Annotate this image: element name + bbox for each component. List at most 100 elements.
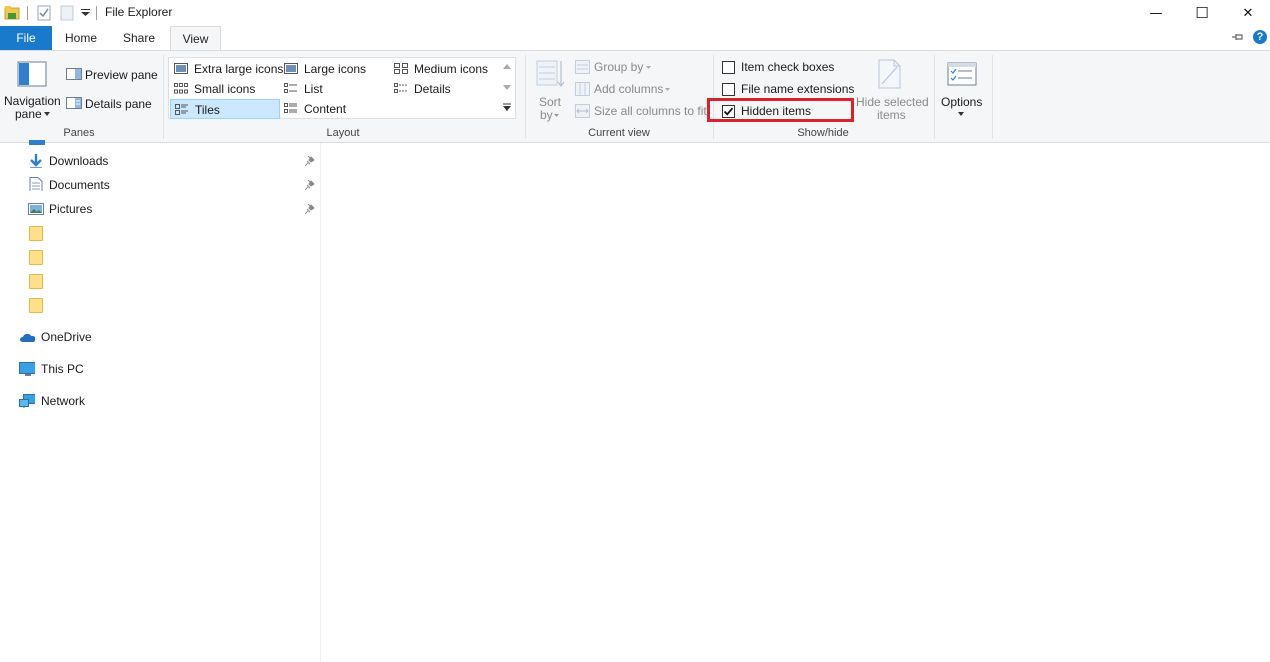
close-icon: ✕ <box>1242 5 1254 21</box>
options-button[interactable]: Options <box>938 57 988 123</box>
layout-label: Details <box>414 82 451 96</box>
window-title: File Explorer <box>105 5 173 19</box>
pin-icon[interactable] <box>305 156 315 166</box>
folder-icon[interactable] <box>29 274 43 289</box>
nav-item-documents[interactable]: Documents <box>26 174 320 196</box>
pin-icon[interactable] <box>305 180 315 190</box>
documents-icon <box>29 177 43 191</box>
layout-content[interactable]: Content <box>280 99 388 119</box>
details-icon <box>394 83 407 93</box>
dropdown-arrow-icon <box>646 66 651 69</box>
list-icon <box>284 83 297 93</box>
file-name-extensions-toggle[interactable]: File name extensions <box>720 81 855 98</box>
layout-details[interactable]: Details <box>390 79 500 99</box>
layout-label: Extra large icons <box>194 62 284 76</box>
extra-large-icons-icon <box>174 63 188 74</box>
maximize-button[interactable]: ☐ <box>1179 0 1225 26</box>
customize-qat-icon[interactable] <box>81 9 90 17</box>
panes-group-label: Panes <box>63 127 95 139</box>
close-button[interactable]: ✕ <box>1225 0 1270 26</box>
dropdown-arrow-icon <box>44 112 50 116</box>
qat-separator <box>27 6 28 20</box>
preview-pane-label: Preview pane <box>85 68 158 82</box>
navigation-pane-label-2: pane <box>15 107 42 121</box>
dropdown-arrow-icon <box>958 112 964 116</box>
navigation-pane-button[interactable]: Navigation pane <box>2 55 62 123</box>
ribbon-tabs: File Home Share View ? <box>0 26 1270 51</box>
add-columns-label: Add columns <box>594 82 664 96</box>
nav-item-network[interactable]: Network <box>18 390 320 412</box>
navigation-pane: Downloads Documents Pictures OneDrive Th… <box>0 140 321 662</box>
file-explorer-icon[interactable] <box>4 5 20 20</box>
tiles-icon <box>175 104 188 115</box>
nav-label: Downloads <box>49 154 109 168</box>
folder-icon[interactable] <box>29 298 43 313</box>
layout-label: Large icons <box>304 62 367 76</box>
layout-tiles[interactable]: Tiles <box>170 99 280 119</box>
layout-extra-large-icons[interactable]: Extra large icons <box>170 59 284 79</box>
properties-icon[interactable] <box>37 5 51 21</box>
gallery-more-icon[interactable] <box>503 103 511 111</box>
show-hide-group-label: Show/hide <box>797 127 849 139</box>
minimize-button[interactable]: — <box>1133 0 1179 26</box>
file-name-extensions-label: File name extensions <box>741 82 855 96</box>
nav-item-onedrive[interactable]: OneDrive <box>18 326 320 348</box>
tab-share[interactable]: Share <box>114 26 164 50</box>
details-pane-button[interactable]: Details pane <box>64 94 159 112</box>
size-all-columns-button[interactable]: Size all columns to fit <box>575 103 707 120</box>
group-by-button[interactable]: Group by <box>575 59 665 76</box>
navigation-pane-label: Navigation <box>4 94 61 108</box>
ribbon-view: Navigation pane Preview pane Details pan… <box>0 50 1270 143</box>
pictures-icon <box>28 203 44 215</box>
large-icons-icon <box>284 63 298 74</box>
qat-separator <box>96 6 97 20</box>
layout-medium-icons[interactable]: Medium icons <box>390 59 500 79</box>
item-check-boxes-toggle[interactable]: Item check boxes <box>720 59 850 76</box>
nav-label: This PC <box>41 362 84 376</box>
current-view-group-label: Current view <box>588 127 650 139</box>
item-check-boxes-label: Item check boxes <box>741 60 835 74</box>
item-check-boxes-checkbox[interactable] <box>722 61 735 74</box>
tab-view[interactable]: View <box>170 26 221 51</box>
dropdown-arrow-icon <box>665 88 670 91</box>
onedrive-icon <box>20 333 35 342</box>
sort-by-icon <box>536 60 565 87</box>
add-columns-icon <box>575 82 590 96</box>
layout-list[interactable]: List <box>280 79 388 99</box>
help-icon[interactable]: ? <box>1253 30 1267 44</box>
tab-home[interactable]: Home <box>56 26 106 50</box>
file-name-extensions-checkbox[interactable] <box>722 83 735 96</box>
layout-small-icons[interactable]: Small icons <box>170 79 280 99</box>
layout-label: Small icons <box>194 82 256 96</box>
nav-item-pictures[interactable]: Pictures <box>26 198 320 220</box>
dropdown-arrow-icon <box>554 114 559 117</box>
pin-ribbon-icon[interactable] <box>1232 32 1244 42</box>
hide-selected-items-button[interactable]: Hide selected items <box>855 57 929 123</box>
file-list-area[interactable] <box>321 143 1270 662</box>
nav-label: Pictures <box>49 202 93 216</box>
layout-label: Medium icons <box>414 62 489 76</box>
add-columns-button[interactable]: Add columns <box>575 81 675 98</box>
title-bar: File Explorer — ☐ ✕ <box>0 0 1270 26</box>
sort-by-button[interactable]: Sort by <box>532 57 570 123</box>
gallery-scroll-down-icon[interactable] <box>503 85 511 90</box>
nav-item-downloads[interactable]: Downloads <box>26 150 320 172</box>
layout-label: Tiles <box>195 103 220 117</box>
layout-large-icons[interactable]: Large icons <box>280 59 388 79</box>
tab-file[interactable]: File <box>0 26 52 50</box>
new-folder-icon[interactable] <box>60 5 74 21</box>
group-separator <box>163 55 164 139</box>
nav-label: Documents <box>49 178 110 192</box>
nav-item-this-pc[interactable]: This PC <box>18 358 320 380</box>
layout-group-label: Layout <box>326 127 360 139</box>
pin-icon[interactable] <box>305 204 315 214</box>
layout-label: List <box>304 82 323 96</box>
preview-pane-button[interactable]: Preview pane <box>64 65 159 83</box>
medium-icons-icon <box>394 63 408 74</box>
folder-icon[interactable] <box>29 250 43 265</box>
gallery-scroll-up-icon[interactable] <box>503 64 511 69</box>
group-separator <box>934 55 935 139</box>
options-icon <box>947 62 977 86</box>
layout-gallery: Extra large icons Large icons Medium ico… <box>168 57 516 119</box>
folder-icon[interactable] <box>29 226 43 241</box>
